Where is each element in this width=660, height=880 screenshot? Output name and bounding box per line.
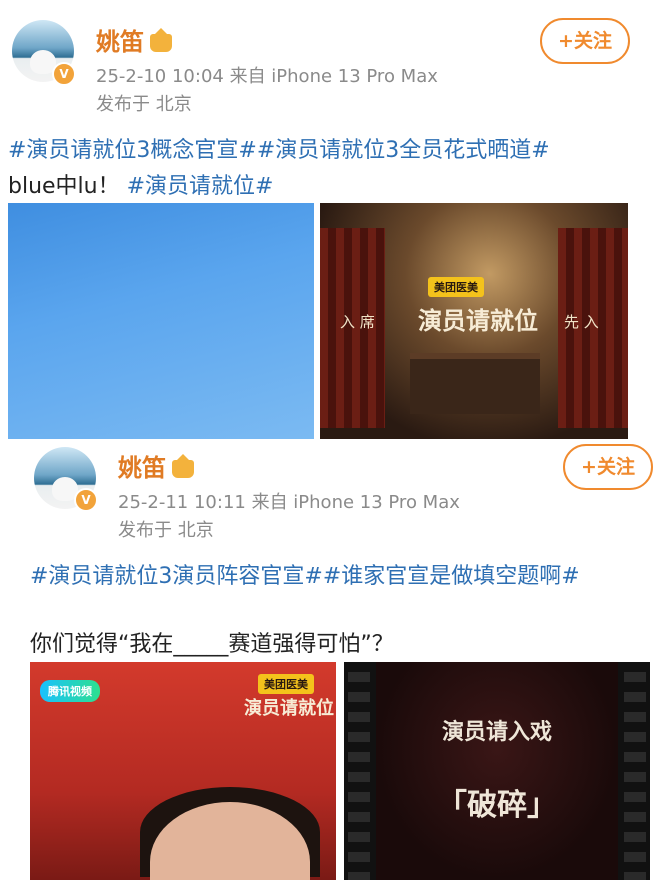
post-text-line2: blue中lu！ #演员请就位# xyxy=(8,168,274,200)
crown-icon xyxy=(172,454,194,478)
follow-label: +关注 xyxy=(558,30,612,52)
follow-label: +关注 xyxy=(581,456,635,478)
stage-left-text: 入 席 xyxy=(340,313,375,331)
film-frame: 演员请入戏 「破碎」 xyxy=(376,662,618,880)
topic-link[interactable]: #演员请就位3演员阵容官宣# xyxy=(30,564,323,589)
follow-button[interactable]: +关注 xyxy=(540,18,630,64)
sponsor-logo: 美团医美 xyxy=(428,277,484,297)
stage-right-text: 先 入 xyxy=(564,313,599,331)
verified-badge: V xyxy=(52,62,76,86)
film-sprockets-left xyxy=(348,662,370,880)
follow-button[interactable]: +关注 xyxy=(563,444,653,490)
post-text-line1: #演员请就位3演员阵容官宣##谁家官宣是做填空题啊# xyxy=(30,558,580,590)
username[interactable]: 姚笛 xyxy=(118,448,194,483)
tencent-video-logo: 腾讯视频 xyxy=(40,680,100,702)
show-title: 演员请就位 xyxy=(418,306,538,335)
post-text-line1: #演员请就位3概念官宣##演员请就位3全员花式晒道# xyxy=(8,132,550,164)
film-title: 演员请入戏 xyxy=(441,720,552,745)
post-question: 你们觉得“我在_____赛道强得可怕”？ xyxy=(30,632,394,657)
image-stage[interactable]: 美团医美 演员请就位 入 席 先 入 xyxy=(320,203,628,439)
post-location: 发布于 北京 xyxy=(96,94,192,115)
post-meta: 25-2-11 10:11 来自 iPhone 13 Pro Max xyxy=(118,492,460,513)
post-location: 发布于 北京 xyxy=(118,520,214,541)
image-blue-sky[interactable] xyxy=(8,203,314,439)
post-meta: 25-2-10 10:04 来自 iPhone 13 Pro Max xyxy=(96,66,438,87)
film-word: 「破碎」 xyxy=(437,788,557,823)
image-poster[interactable]: 腾讯视频 美团医美 演员请就位 xyxy=(30,662,336,880)
topic-link[interactable]: #演员请就位# xyxy=(127,174,274,199)
username-text: 姚笛 xyxy=(96,28,144,56)
post-body-text: blue中lu！ xyxy=(8,174,120,199)
username[interactable]: 姚笛 xyxy=(96,22,172,57)
topic-link[interactable]: #演员请就位3概念官宣# xyxy=(8,138,257,163)
show-title: 演员请就位 xyxy=(244,698,334,719)
sponsor-logo: 美团医美 xyxy=(258,674,314,694)
film-sprockets-right xyxy=(624,662,646,880)
topic-link[interactable]: #演员请就位3全员花式晒道# xyxy=(257,138,550,163)
verified-badge: V xyxy=(74,488,98,512)
stage-table xyxy=(410,353,540,414)
crown-icon xyxy=(150,28,172,52)
image-film[interactable]: 演员请入戏 「破碎」 xyxy=(344,662,650,880)
topic-link[interactable]: #谁家官宣是做填空题啊# xyxy=(323,564,580,589)
username-text: 姚笛 xyxy=(118,454,166,482)
